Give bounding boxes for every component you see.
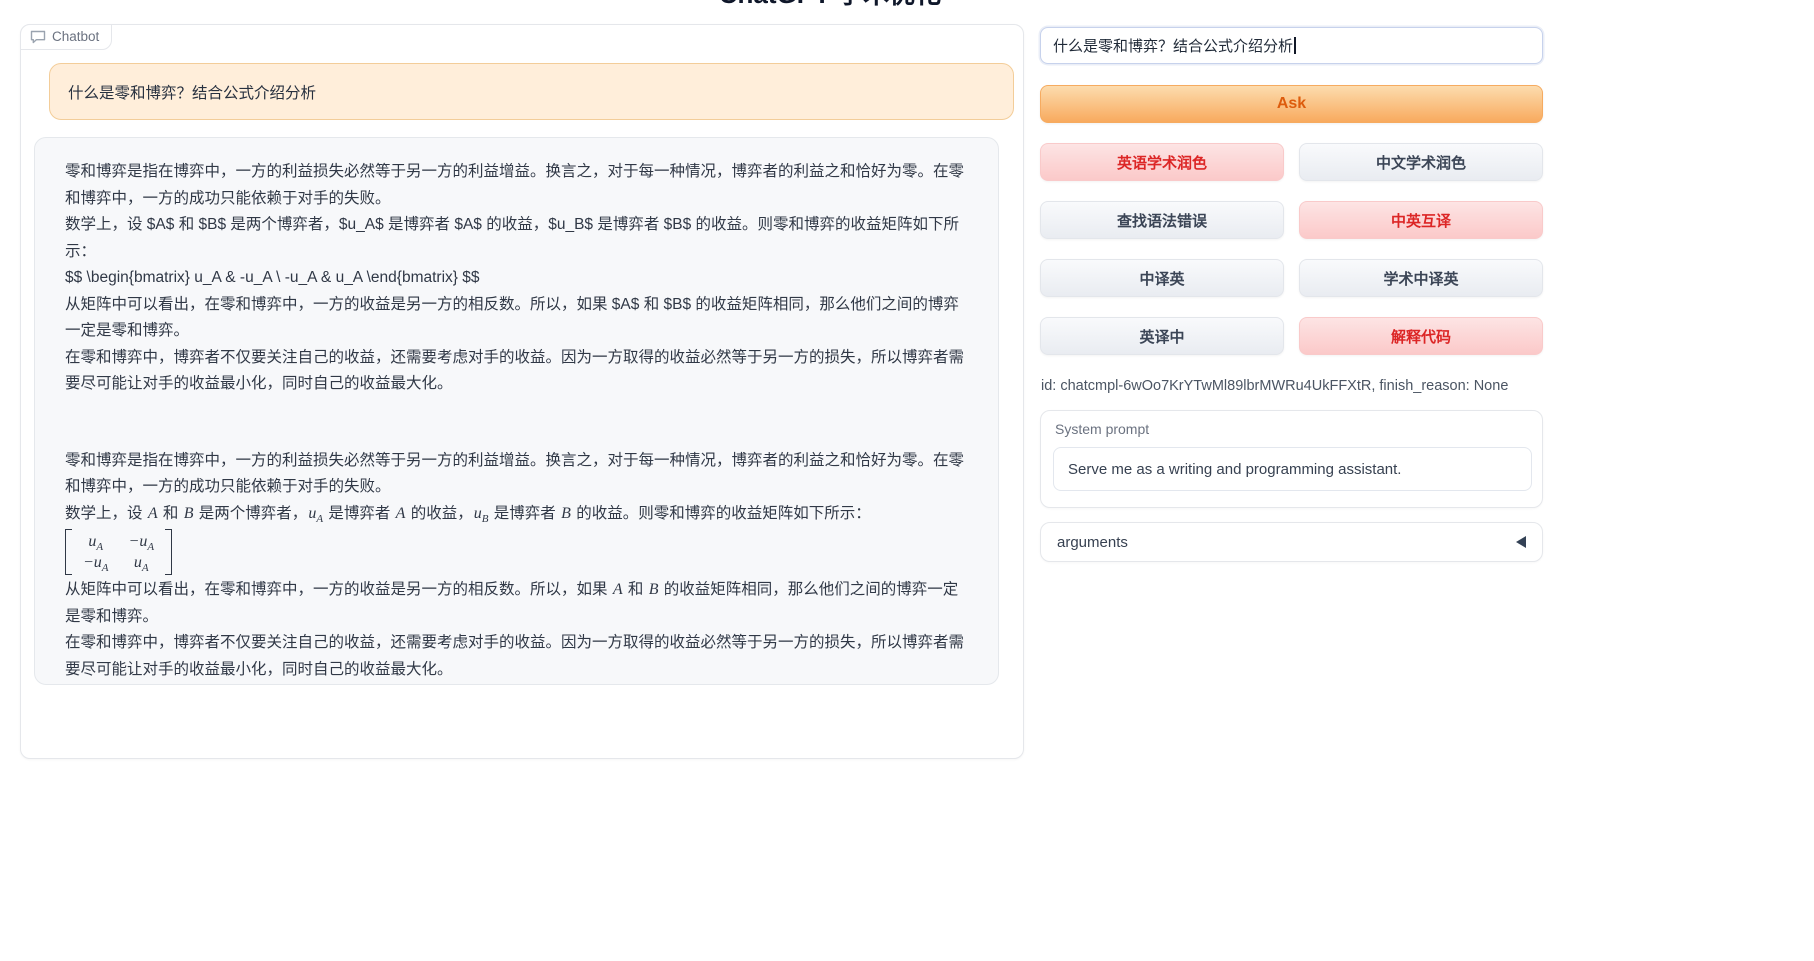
matrix-cell: −uA <box>127 531 157 552</box>
matrix-cell: −uA <box>81 552 111 573</box>
question-input-value: 什么是零和博弈？结合公式介绍分析 <box>1053 35 1293 56</box>
button-academic-zh-to-en[interactable]: 学术中译英 <box>1299 259 1543 297</box>
matrix-left-bracket <box>65 529 72 575</box>
button-zh-to-en[interactable]: 中译英 <box>1040 259 1284 297</box>
user-message-bubble: 什么是零和博弈？结合公式介绍分析 <box>49 63 1014 120</box>
bot-paragraph-math: 数学上，设 A 和 B 是两个博弈者，uA 是博弈者 A 的收益，uB 是博弈者… <box>65 501 968 528</box>
system-prompt-input[interactable]: Serve me as a writing and programming as… <box>1053 447 1532 491</box>
bot-paragraph: 零和博弈是指在博弈中，一方的利益损失必然等于另一方的利益增益。换言之，对于每一种… <box>65 159 968 212</box>
button-chinese-academic-polish[interactable]: 中文学术润色 <box>1299 143 1543 181</box>
message-block-gap <box>65 398 968 448</box>
payoff-matrix: uA −uA −uA uA <box>65 529 172 575</box>
bot-paragraph: 从矩阵中可以看出，在零和博弈中，一方的收益是另一方的相反数。所以，如果 $A$ … <box>65 292 968 345</box>
bot-paragraph: 在零和博弈中，博弈者不仅要关注自己的收益，还需要考虑对手的收益。因为一方取得的收… <box>65 630 968 683</box>
bot-paragraph: 数学上，设 $A$ 和 $B$ 是两个博弈者，$u_A$ 是博弈者 $A$ 的收… <box>65 212 968 265</box>
chatbot-panel: Chatbot 什么是零和博弈？结合公式介绍分析 零和博弈是指在博弈中，一方的利… <box>20 24 1024 759</box>
bot-paragraph: 在零和博弈中，博弈者不仅要关注自己的收益，还需要考虑对手的收益。因为一方取得的收… <box>65 345 968 398</box>
chat-bubble-icon <box>30 30 46 44</box>
system-prompt-value: Serve me as a writing and programming as… <box>1068 461 1401 478</box>
bot-message-bubble: 零和博弈是指在博弈中，一方的利益损失必然等于另一方的利益增益。换言之，对于每一种… <box>34 137 999 685</box>
triangle-left-icon <box>1516 536 1526 548</box>
text-caret <box>1294 37 1296 54</box>
button-explain-code[interactable]: 解释代码 <box>1299 317 1543 355</box>
matrix-right-bracket <box>165 529 172 575</box>
button-en-to-zh[interactable]: 英译中 <box>1040 317 1284 355</box>
question-input[interactable]: 什么是零和博弈？结合公式介绍分析 <box>1040 27 1543 64</box>
system-prompt-label: System prompt <box>1055 421 1149 437</box>
bot-paragraph-math: 从矩阵中可以看出，在零和博弈中，一方的收益是另一方的相反数。所以，如果 A 和 … <box>65 577 968 630</box>
page-title-text: ChatGPT 学术优化 <box>640 0 1020 9</box>
matrix-cell: uA <box>127 552 157 573</box>
chatbot-label-text: Chatbot <box>52 29 99 44</box>
button-zh-en-mutual-translation[interactable]: 中英互译 <box>1299 201 1543 239</box>
matrix-cell: uA <box>81 531 111 552</box>
accordion-label: arguments <box>1057 534 1128 551</box>
user-message-text: 什么是零和博弈？结合公式介绍分析 <box>68 81 316 103</box>
arguments-accordion[interactable]: arguments <box>1040 522 1543 562</box>
bot-paragraph-latex: $$ \begin{bmatrix} u_A & -u_A \ -u_A & u… <box>65 265 968 292</box>
page-title: ChatGPT 学术优化 <box>640 0 1020 9</box>
bot-paragraph: 零和博弈是指在博弈中，一方的利益损失必然等于另一方的利益增益。换言之，对于每一种… <box>65 448 968 501</box>
chatbot-label: Chatbot <box>20 24 112 50</box>
app-page: ChatGPT 学术优化 Chatbot 什么是零和博弈？结合公式介绍分析 零和… <box>0 0 1814 961</box>
button-english-academic-polish[interactable]: 英语学术润色 <box>1040 143 1284 181</box>
status-line: id: chatcmpl-6wOo7KrYTwMl89lbrMWRu4UkFFX… <box>1041 376 1561 396</box>
ask-button[interactable]: Ask <box>1040 85 1543 123</box>
button-find-grammar-errors[interactable]: 查找语法错误 <box>1040 201 1284 239</box>
system-prompt-panel: System prompt Serve me as a writing and … <box>1040 410 1543 508</box>
